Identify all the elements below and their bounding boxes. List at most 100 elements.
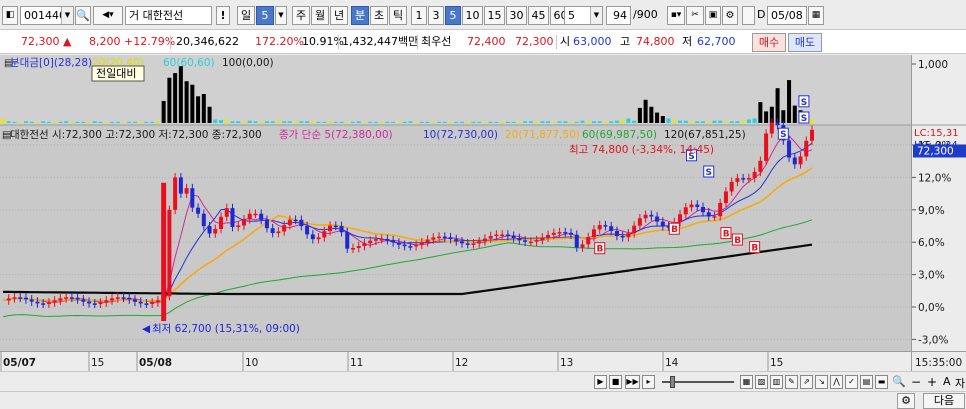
gear-icon[interactable]: ⚙ — [722, 6, 738, 25]
next-button[interactable]: 다음 — [923, 393, 965, 409]
candle-body — [758, 160, 763, 172]
window-menu-icon[interactable]: ◧ — [2, 6, 18, 25]
candle-body — [488, 236, 493, 239]
candle-body — [752, 171, 757, 179]
day-count-dropdown-icon[interactable]: ▼ — [275, 6, 287, 25]
font-button[interactable]: A — [943, 375, 951, 388]
trend-icon[interactable]: ⇗ — [800, 375, 813, 389]
layout-icon[interactable]: ▦ — [740, 375, 753, 389]
chevron-down-icon[interactable]: ▼ — [61, 7, 73, 24]
interval-30-button[interactable]: 30 — [506, 6, 527, 25]
period-year-button[interactable]: 년 — [330, 6, 348, 25]
zoom-slider-handle[interactable] — [670, 376, 675, 388]
candle-body — [69, 297, 74, 299]
candle-body — [150, 302, 155, 304]
zoom-in-button[interactable]: + — [927, 375, 937, 389]
pin-icon[interactable]: ▪▾ — [667, 6, 685, 25]
low-label: 저 — [682, 35, 693, 48]
chart-svg[interactable]: SSSSSBBBBB ▤ 분대금[0](28,28) 20(20,40) 60(… — [0, 55, 911, 351]
signal-icon[interactable]: ⋀ — [830, 375, 843, 389]
ma20-line — [2, 167, 813, 302]
volume-bar — [236, 121, 241, 123]
speaker-icon[interactable]: ◀▾ — [93, 6, 123, 25]
high-price: 74,800 — [636, 35, 675, 48]
interval-1-button[interactable]: 1 — [411, 6, 427, 25]
scissors-icon[interactable]: ✂ — [686, 6, 704, 25]
period-day-button[interactable]: 일 — [237, 6, 255, 25]
volume-bar — [419, 121, 424, 123]
draw-icon[interactable]: ✎ — [785, 375, 798, 389]
scroll-right-icon[interactable]: ▸ — [642, 375, 655, 389]
volume-bar — [167, 77, 172, 123]
period-month-button[interactable]: 월 — [311, 6, 329, 25]
marker-icon[interactable]: ▬ — [875, 375, 888, 389]
low-annotation: 최저 62,700 (15,31%, 09:00) — [152, 323, 300, 335]
fib-icon[interactable]: ▤ — [860, 375, 873, 389]
sell-button[interactable]: 매도 — [788, 33, 822, 52]
interval-15-button[interactable]: 15 — [484, 6, 505, 25]
volume-bar — [35, 121, 40, 123]
date-input[interactable]: 05/08 — [767, 6, 807, 25]
interval-5-button[interactable]: 5 — [445, 6, 461, 25]
volume-bar — [505, 121, 510, 123]
search-icon[interactable]: 🔍 — [75, 6, 91, 25]
interval-3-button[interactable]: 3 — [428, 6, 444, 25]
interval-45-button[interactable]: 45 — [528, 6, 549, 25]
period-minute-button[interactable]: 분 — [351, 6, 369, 25]
current-price-axis-label: 72,300 — [917, 145, 954, 157]
volume-bar — [396, 121, 401, 123]
candle-body — [431, 237, 436, 240]
buy-button[interactable]: 매수 — [752, 33, 786, 52]
stock-name-field[interactable]: 거 대한전선 — [125, 6, 212, 25]
candle-body — [580, 244, 585, 248]
zoom-out-button[interactable]: − — [911, 375, 921, 389]
candle-body — [632, 225, 637, 234]
gear-icon[interactable]: ⚙ — [897, 393, 915, 409]
font-korean-button[interactable]: 자 — [955, 375, 965, 391]
volume-bar — [41, 121, 46, 123]
compare-icon[interactable]: ▨ — [755, 375, 768, 389]
period-second-button[interactable]: 초 — [370, 6, 388, 25]
volume-bar — [373, 121, 378, 123]
volume-bar — [264, 121, 269, 123]
play-button[interactable]: ▶ — [594, 375, 607, 389]
chart-plot-area[interactable]: SSSSSBBBBB ▤ 분대금[0](28,28) 20(20,40) 60(… — [0, 55, 911, 351]
d-label: D — [757, 8, 766, 21]
day-count-button[interactable]: 5 — [256, 6, 274, 25]
range-input[interactable]: 94 — [606, 6, 631, 25]
period-tick-button[interactable]: 틱 — [389, 6, 407, 25]
volume-bar — [345, 121, 350, 123]
volume-bar — [683, 120, 688, 123]
candle-count-select[interactable]: 5 ▼ — [564, 6, 603, 25]
right-axis[interactable]: 1,000 LC:15,31 HC:-3,34 15,0%12,0%9,0%6,… — [911, 55, 966, 351]
fast-forward-button[interactable]: ▶▶ — [625, 375, 640, 389]
candle-body — [603, 225, 608, 227]
candle-body — [804, 140, 809, 157]
stock-code-input[interactable]: 001440 ▼ — [20, 6, 74, 25]
interval-10-button[interactable]: 10 — [462, 6, 483, 25]
alert-button[interactable]: ! — [216, 6, 230, 25]
x-tick-label: 13 — [560, 357, 573, 369]
calendar-icon[interactable]: ▦ — [808, 6, 824, 25]
candle-body — [477, 241, 482, 244]
save-icon[interactable]: ▣ — [705, 6, 721, 25]
volume-bar — [775, 88, 780, 123]
stop-button[interactable]: ■ — [609, 375, 622, 389]
volume-bar — [597, 121, 602, 123]
zoom-icon[interactable]: 🔍 — [892, 375, 906, 388]
volume-bar — [12, 121, 17, 123]
volume-bar — [603, 121, 608, 123]
candle-body — [425, 239, 430, 243]
candle-body — [196, 207, 201, 214]
x-tick-label: 11 — [350, 357, 363, 369]
line-icon[interactable]: ↘ — [815, 375, 828, 389]
volume-bar — [144, 121, 149, 123]
print-icon[interactable]: ▥ — [770, 375, 783, 389]
period-week-button[interactable]: 주 — [292, 6, 310, 25]
candle-body — [35, 301, 40, 304]
chevron-down-icon[interactable]: ▼ — [590, 7, 602, 24]
date-checkbox[interactable] — [742, 6, 755, 25]
volume-bar — [87, 121, 92, 123]
fan-icon[interactable]: ✓ — [845, 375, 858, 389]
volume-bar — [534, 121, 539, 123]
